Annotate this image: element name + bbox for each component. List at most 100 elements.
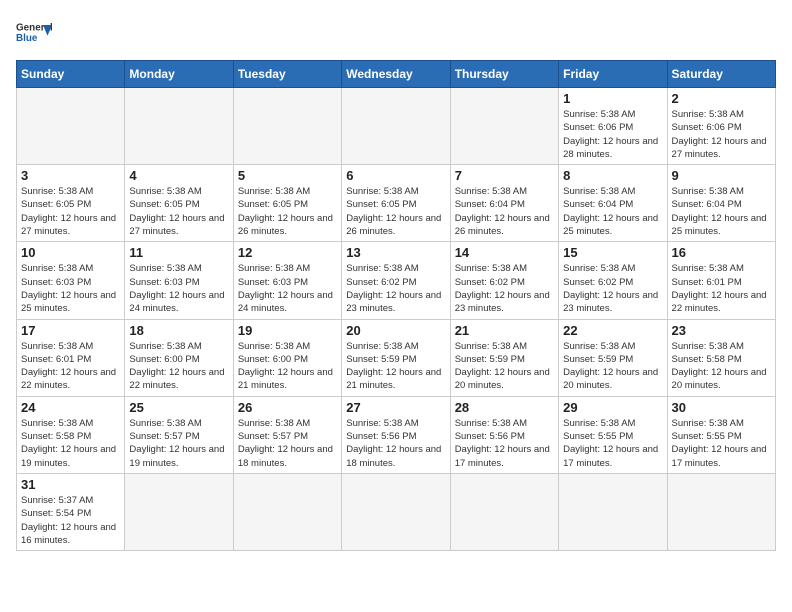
calendar-cell: 5Sunrise: 5:38 AM Sunset: 6:05 PM Daylig… — [233, 165, 341, 242]
calendar-cell: 26 Sunrise: 5:38 AM Sunset: 5:57 PM Dayli… — [233, 396, 341, 473]
day-number: 18 — [129, 323, 228, 338]
calendar-cell: 11Sunrise: 5:38 AM Sunset: 6:03 PM Dayli… — [125, 242, 233, 319]
day-info: Sunrise: 5:38 AM Sunset: 6:03 PM Dayligh… — [129, 262, 228, 315]
day-number: 28 — [455, 400, 554, 415]
day-info: Sunrise: 5:38 AM Sunset: 6:02 PM Dayligh… — [563, 262, 662, 315]
day-header-thursday: Thursday — [450, 61, 558, 88]
calendar-cell: 23 Sunrise: 5:38 AM Sunset: 5:58 PM Dayli… — [667, 319, 775, 396]
day-info: Sunrise: 5:38 AM Sunset: 6:04 PM Dayligh… — [563, 185, 662, 238]
day-number: 20 — [346, 323, 445, 338]
calendar-cell: 30 Sunrise: 5:38 AM Sunset: 5:55 PM Dayli… — [667, 396, 775, 473]
day-number: 31 — [21, 477, 120, 492]
calendar-week-row: 1 Sunrise: 5:38 AM Sunset: 6:06 PM Daylig… — [17, 88, 776, 165]
day-header-friday: Friday — [559, 61, 667, 88]
calendar-cell: 3 Sunrise: 5:38 AM Sunset: 6:05 PM Daylig… — [17, 165, 125, 242]
day-info: Sunrise: 5:38 AM Sunset: 6:05 PM Dayligh… — [346, 185, 445, 238]
calendar-week-row: 3 Sunrise: 5:38 AM Sunset: 6:05 PM Daylig… — [17, 165, 776, 242]
day-info: Sunrise: 5:38 AM Sunset: 5:55 PM Dayligh… — [563, 417, 662, 470]
day-number: 14 — [455, 245, 554, 260]
day-header-monday: Monday — [125, 61, 233, 88]
day-number: 27 — [346, 400, 445, 415]
day-info: Sunrise: 5:38 AM Sunset: 5:58 PM Dayligh… — [672, 340, 771, 393]
day-info: Sunrise: 5:38 AM Sunset: 6:04 PM Dayligh… — [455, 185, 554, 238]
day-number: 17 — [21, 323, 120, 338]
day-number: 4 — [129, 168, 228, 183]
calendar-cell: 19 Sunrise: 5:38 AM Sunset: 6:00 PM Dayli… — [233, 319, 341, 396]
calendar-cell: 16Sunrise: 5:38 AM Sunset: 6:01 PM Dayli… — [667, 242, 775, 319]
day-number: 23 — [672, 323, 771, 338]
calendar-cell: 15 Sunrise: 5:38 AM Sunset: 6:02 PM Dayli… — [559, 242, 667, 319]
logo: General Blue — [16, 16, 52, 52]
day-info: Sunrise: 5:38 AM Sunset: 6:05 PM Dayligh… — [21, 185, 120, 238]
day-number: 22 — [563, 323, 662, 338]
day-header-wednesday: Wednesday — [342, 61, 450, 88]
calendar-cell: 24 Sunrise: 5:38 AM Sunset: 5:58 PM Dayli… — [17, 396, 125, 473]
day-info: Sunrise: 5:38 AM Sunset: 6:03 PM Dayligh… — [238, 262, 337, 315]
calendar-header-row: SundayMondayTuesdayWednesdayThursdayFrid… — [17, 61, 776, 88]
day-info: Sunrise: 5:38 AM Sunset: 6:01 PM Dayligh… — [21, 340, 120, 393]
day-number: 2 — [672, 91, 771, 106]
day-number: 5 — [238, 168, 337, 183]
day-number: 19 — [238, 323, 337, 338]
day-header-tuesday: Tuesday — [233, 61, 341, 88]
calendar-cell: 25 Sunrise: 5:38 AM Sunset: 5:57 PM Dayli… — [125, 396, 233, 473]
day-number: 26 — [238, 400, 337, 415]
calendar-week-row: 24 Sunrise: 5:38 AM Sunset: 5:58 PM Dayli… — [17, 396, 776, 473]
day-number: 25 — [129, 400, 228, 415]
day-info: Sunrise: 5:38 AM Sunset: 5:59 PM Dayligh… — [346, 340, 445, 393]
calendar-cell — [233, 88, 341, 165]
day-info: Sunrise: 5:38 AM Sunset: 5:55 PM Dayligh… — [672, 417, 771, 470]
calendar-cell: 27 Sunrise: 5:38 AM Sunset: 5:56 PM Dayli… — [342, 396, 450, 473]
calendar-cell: 7 Sunrise: 5:38 AM Sunset: 6:04 PM Daylig… — [450, 165, 558, 242]
calendar-cell — [559, 473, 667, 550]
calendar-week-row: 17 Sunrise: 5:38 AM Sunset: 6:01 PM Dayli… — [17, 319, 776, 396]
calendar-week-row: 31Sunrise: 5:37 AM Sunset: 5:54 PM Dayli… — [17, 473, 776, 550]
day-number: 9 — [672, 168, 771, 183]
day-number: 6 — [346, 168, 445, 183]
calendar-cell: 9 Sunrise: 5:38 AM Sunset: 6:04 PM Daylig… — [667, 165, 775, 242]
calendar-cell — [450, 88, 558, 165]
day-info: Sunrise: 5:38 AM Sunset: 6:06 PM Dayligh… — [672, 108, 771, 161]
calendar-table: SundayMondayTuesdayWednesdayThursdayFrid… — [16, 60, 776, 551]
calendar-cell: 28Sunrise: 5:38 AM Sunset: 5:56 PM Dayli… — [450, 396, 558, 473]
day-number: 24 — [21, 400, 120, 415]
day-info: Sunrise: 5:38 AM Sunset: 6:01 PM Dayligh… — [672, 262, 771, 315]
day-number: 13 — [346, 245, 445, 260]
calendar-cell: 10 Sunrise: 5:38 AM Sunset: 6:03 PM Dayli… — [17, 242, 125, 319]
calendar-cell: 21Sunrise: 5:38 AM Sunset: 5:59 PM Dayli… — [450, 319, 558, 396]
calendar-cell — [342, 88, 450, 165]
calendar-cell — [342, 473, 450, 550]
calendar-cell: 6 Sunrise: 5:38 AM Sunset: 6:05 PM Daylig… — [342, 165, 450, 242]
day-number: 1 — [563, 91, 662, 106]
calendar-cell: 22 Sunrise: 5:38 AM Sunset: 5:59 PM Dayli… — [559, 319, 667, 396]
calendar-cell: 13Sunrise: 5:38 AM Sunset: 6:02 PM Dayli… — [342, 242, 450, 319]
day-info: Sunrise: 5:38 AM Sunset: 5:57 PM Dayligh… — [129, 417, 228, 470]
day-number: 10 — [21, 245, 120, 260]
day-number: 7 — [455, 168, 554, 183]
generalblue-logo-icon: General Blue — [16, 16, 52, 52]
calendar-cell: 1Sunrise: 5:38 AM Sunset: 6:06 PM Daylig… — [559, 88, 667, 165]
day-info: Sunrise: 5:38 AM Sunset: 5:58 PM Dayligh… — [21, 417, 120, 470]
day-info: Sunrise: 5:38 AM Sunset: 5:56 PM Dayligh… — [346, 417, 445, 470]
day-info: Sunrise: 5:38 AM Sunset: 5:59 PM Dayligh… — [563, 340, 662, 393]
calendar-cell — [125, 473, 233, 550]
day-number: 21 — [455, 323, 554, 338]
day-number: 3 — [21, 168, 120, 183]
day-info: Sunrise: 5:38 AM Sunset: 6:04 PM Dayligh… — [672, 185, 771, 238]
day-header-sunday: Sunday — [17, 61, 125, 88]
calendar-cell — [125, 88, 233, 165]
day-header-saturday: Saturday — [667, 61, 775, 88]
day-info: Sunrise: 5:38 AM Sunset: 6:00 PM Dayligh… — [238, 340, 337, 393]
day-number: 8 — [563, 168, 662, 183]
calendar-cell — [667, 473, 775, 550]
day-info: Sunrise: 5:38 AM Sunset: 6:03 PM Dayligh… — [21, 262, 120, 315]
calendar-cell: 18 Sunrise: 5:38 AM Sunset: 6:00 PM Dayli… — [125, 319, 233, 396]
day-info: Sunrise: 5:38 AM Sunset: 6:05 PM Dayligh… — [129, 185, 228, 238]
day-info: Sunrise: 5:38 AM Sunset: 5:57 PM Dayligh… — [238, 417, 337, 470]
day-number: 30 — [672, 400, 771, 415]
calendar-cell: 29Sunrise: 5:38 AM Sunset: 5:55 PM Dayli… — [559, 396, 667, 473]
day-number: 15 — [563, 245, 662, 260]
calendar-cell: 31Sunrise: 5:37 AM Sunset: 5:54 PM Dayli… — [17, 473, 125, 550]
day-info: Sunrise: 5:38 AM Sunset: 6:00 PM Dayligh… — [129, 340, 228, 393]
calendar-cell: 14Sunrise: 5:38 AM Sunset: 6:02 PM Dayli… — [450, 242, 558, 319]
